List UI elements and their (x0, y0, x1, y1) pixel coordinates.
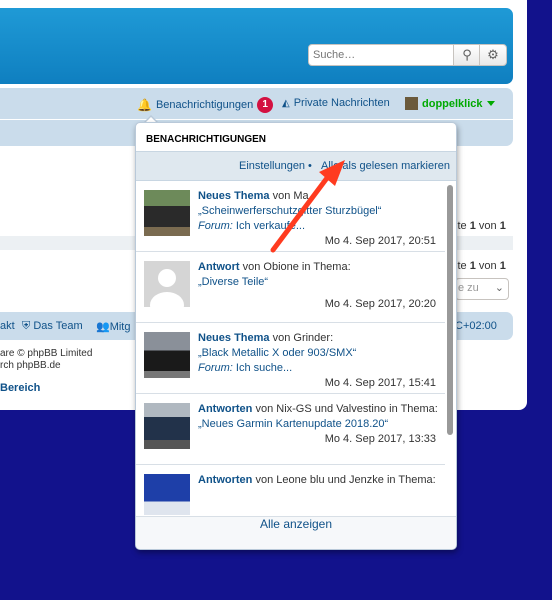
notifications-label: Benachrichtigungen (155, 99, 254, 111)
notifications-badge: 1 (257, 97, 274, 113)
list-item[interactable]: Antworten von Leone blu und Jenzke in Th… (136, 465, 445, 515)
search-icon: ⚲ (462, 47, 472, 63)
list-item[interactable]: Neues Thema von Grinder: „Black Metallic… (136, 323, 445, 394)
pagination-top: ite 1 von 1 (455, 220, 506, 232)
copyright-2: rch phpBB.de (0, 360, 61, 371)
dropdown-title: Benachrichtigungen (146, 134, 266, 145)
footer-link-team[interactable]: ⛨ Das Team (22, 320, 83, 333)
chevron-down-icon (486, 101, 495, 106)
thumbnail (144, 474, 190, 515)
list-item[interactable]: Antworten von Nix-GS und Valvestino in T… (136, 394, 445, 465)
list-item[interactable]: Antwort von Obione in Thema: „Diverse Te… (136, 252, 445, 323)
notifications-link[interactable]: 🔔 Benachrichtigungen 1 (137, 97, 274, 113)
search-box: ⚲ ⚙ (308, 44, 507, 66)
username: doppelklick (422, 97, 483, 110)
jump-to-select[interactable]: e zu ⌄ (455, 278, 509, 300)
bell-icon: 🔔 (137, 98, 152, 112)
copyright: are © phpBB Limited (0, 348, 93, 359)
avatar (405, 97, 418, 110)
search-input[interactable] (308, 44, 454, 66)
dropdown-header: Benachrichtigungen (136, 123, 456, 151)
user-icon (144, 261, 190, 318)
thumbnail (144, 332, 190, 378)
advanced-search-button[interactable]: ⚙ (479, 44, 507, 66)
private-messages-label: Private Nachrichten (293, 97, 390, 109)
users-icon: 👥 (96, 321, 110, 333)
show-all-link[interactable]: Alle anzeigen (136, 516, 456, 549)
shield-icon: ⛨ (22, 320, 31, 332)
private-messages-link[interactable]: ◭ Private Nachrichten (282, 97, 390, 109)
admin-link[interactable]: Bereich (0, 382, 40, 394)
timezone: C+02:00 (455, 320, 497, 332)
annotation-arrow-icon (270, 160, 345, 253)
user-menu[interactable]: doppelklick (405, 97, 495, 110)
thumbnail (144, 190, 190, 236)
scrollbar[interactable] (447, 185, 453, 435)
footer-link-contact[interactable]: akt (0, 320, 15, 332)
search-button[interactable]: ⚲ (453, 44, 481, 66)
chevron-down-icon: ⌄ (494, 282, 504, 294)
default-avatar (144, 261, 190, 318)
pagination-bottom: ite 1 von 1 (455, 260, 506, 272)
gear-icon: ⚙ (487, 47, 499, 63)
thumbnail (144, 403, 190, 449)
inbox-icon: ◭ (282, 97, 290, 109)
footer-link-members[interactable]: 👥Mitg (96, 320, 130, 333)
